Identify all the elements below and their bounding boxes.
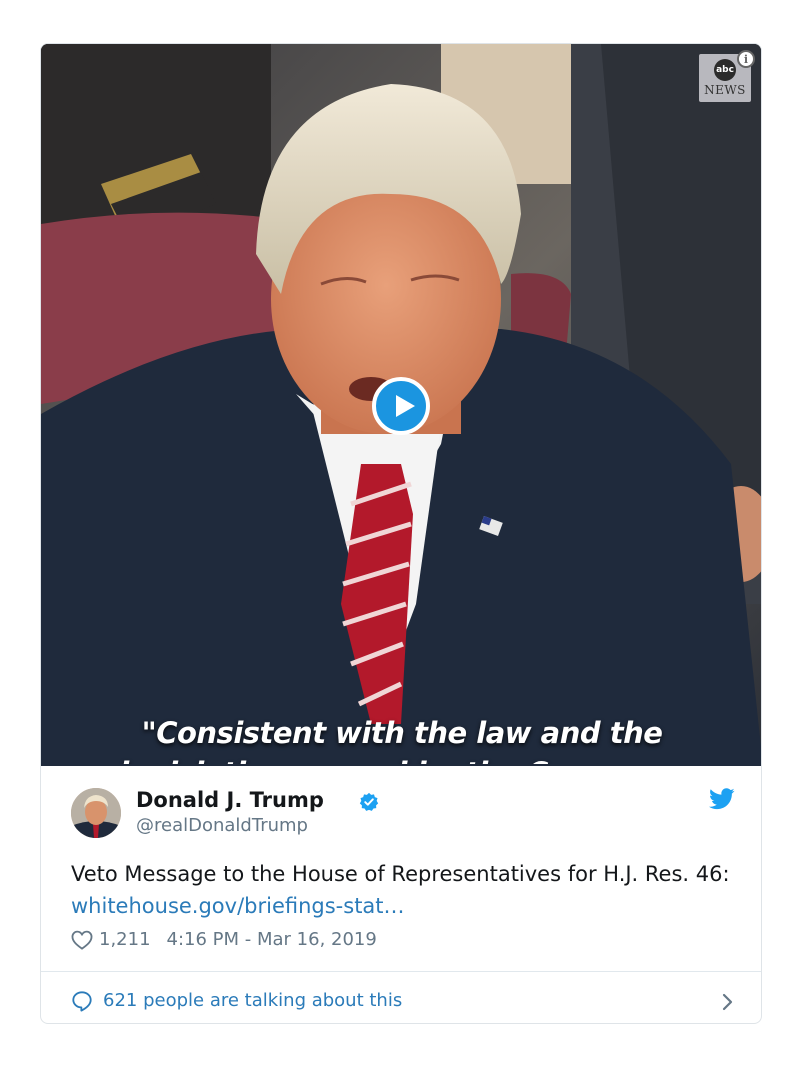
network-label: NEWS [704,83,746,97]
tweet-link[interactable]: whitehouse.gov/briefings-stat… [71,894,405,918]
video-player[interactable]: abc NEWS i "Consistent with the law and … [41,44,761,766]
timestamp[interactable]: 4:16 PM - Mar 16, 2019 [167,929,377,950]
embedded-tweet-card: abc NEWS i "Consistent with the law and … [40,43,762,1024]
avatar[interactable] [71,788,121,838]
divider [41,971,761,972]
twitter-bird-icon[interactable] [709,788,735,810]
speech-bubble-icon [72,991,92,1012]
user-handle[interactable]: @realDonaldTrump [136,815,308,836]
tweet-text-body: Veto Message to the House of Representat… [71,862,730,886]
video-caption-line1: "Consistent with the law and the [141,716,663,750]
verified-badge-icon [359,792,379,811]
chevron-right-icon [722,993,733,1011]
heart-icon[interactable] [71,930,93,950]
tweet-meta: 1,211 4:16 PM - Mar 16, 2019 [71,929,377,950]
conversation-link[interactable]: 621 people are talking about this [71,984,733,1023]
avatar-image [71,788,121,838]
play-icon [396,395,415,417]
tweet-text: Veto Message to the House of Representat… [71,858,741,922]
info-icon[interactable]: i [737,50,755,68]
network-logo: abc [714,59,736,81]
talking-count: 621 people are talking about this [103,990,403,1011]
network-watermark: abc NEWS i [699,50,755,102]
play-button[interactable] [372,377,430,435]
like-count: 1,211 [99,929,151,950]
display-name[interactable]: Donald J. Trump [136,788,324,812]
